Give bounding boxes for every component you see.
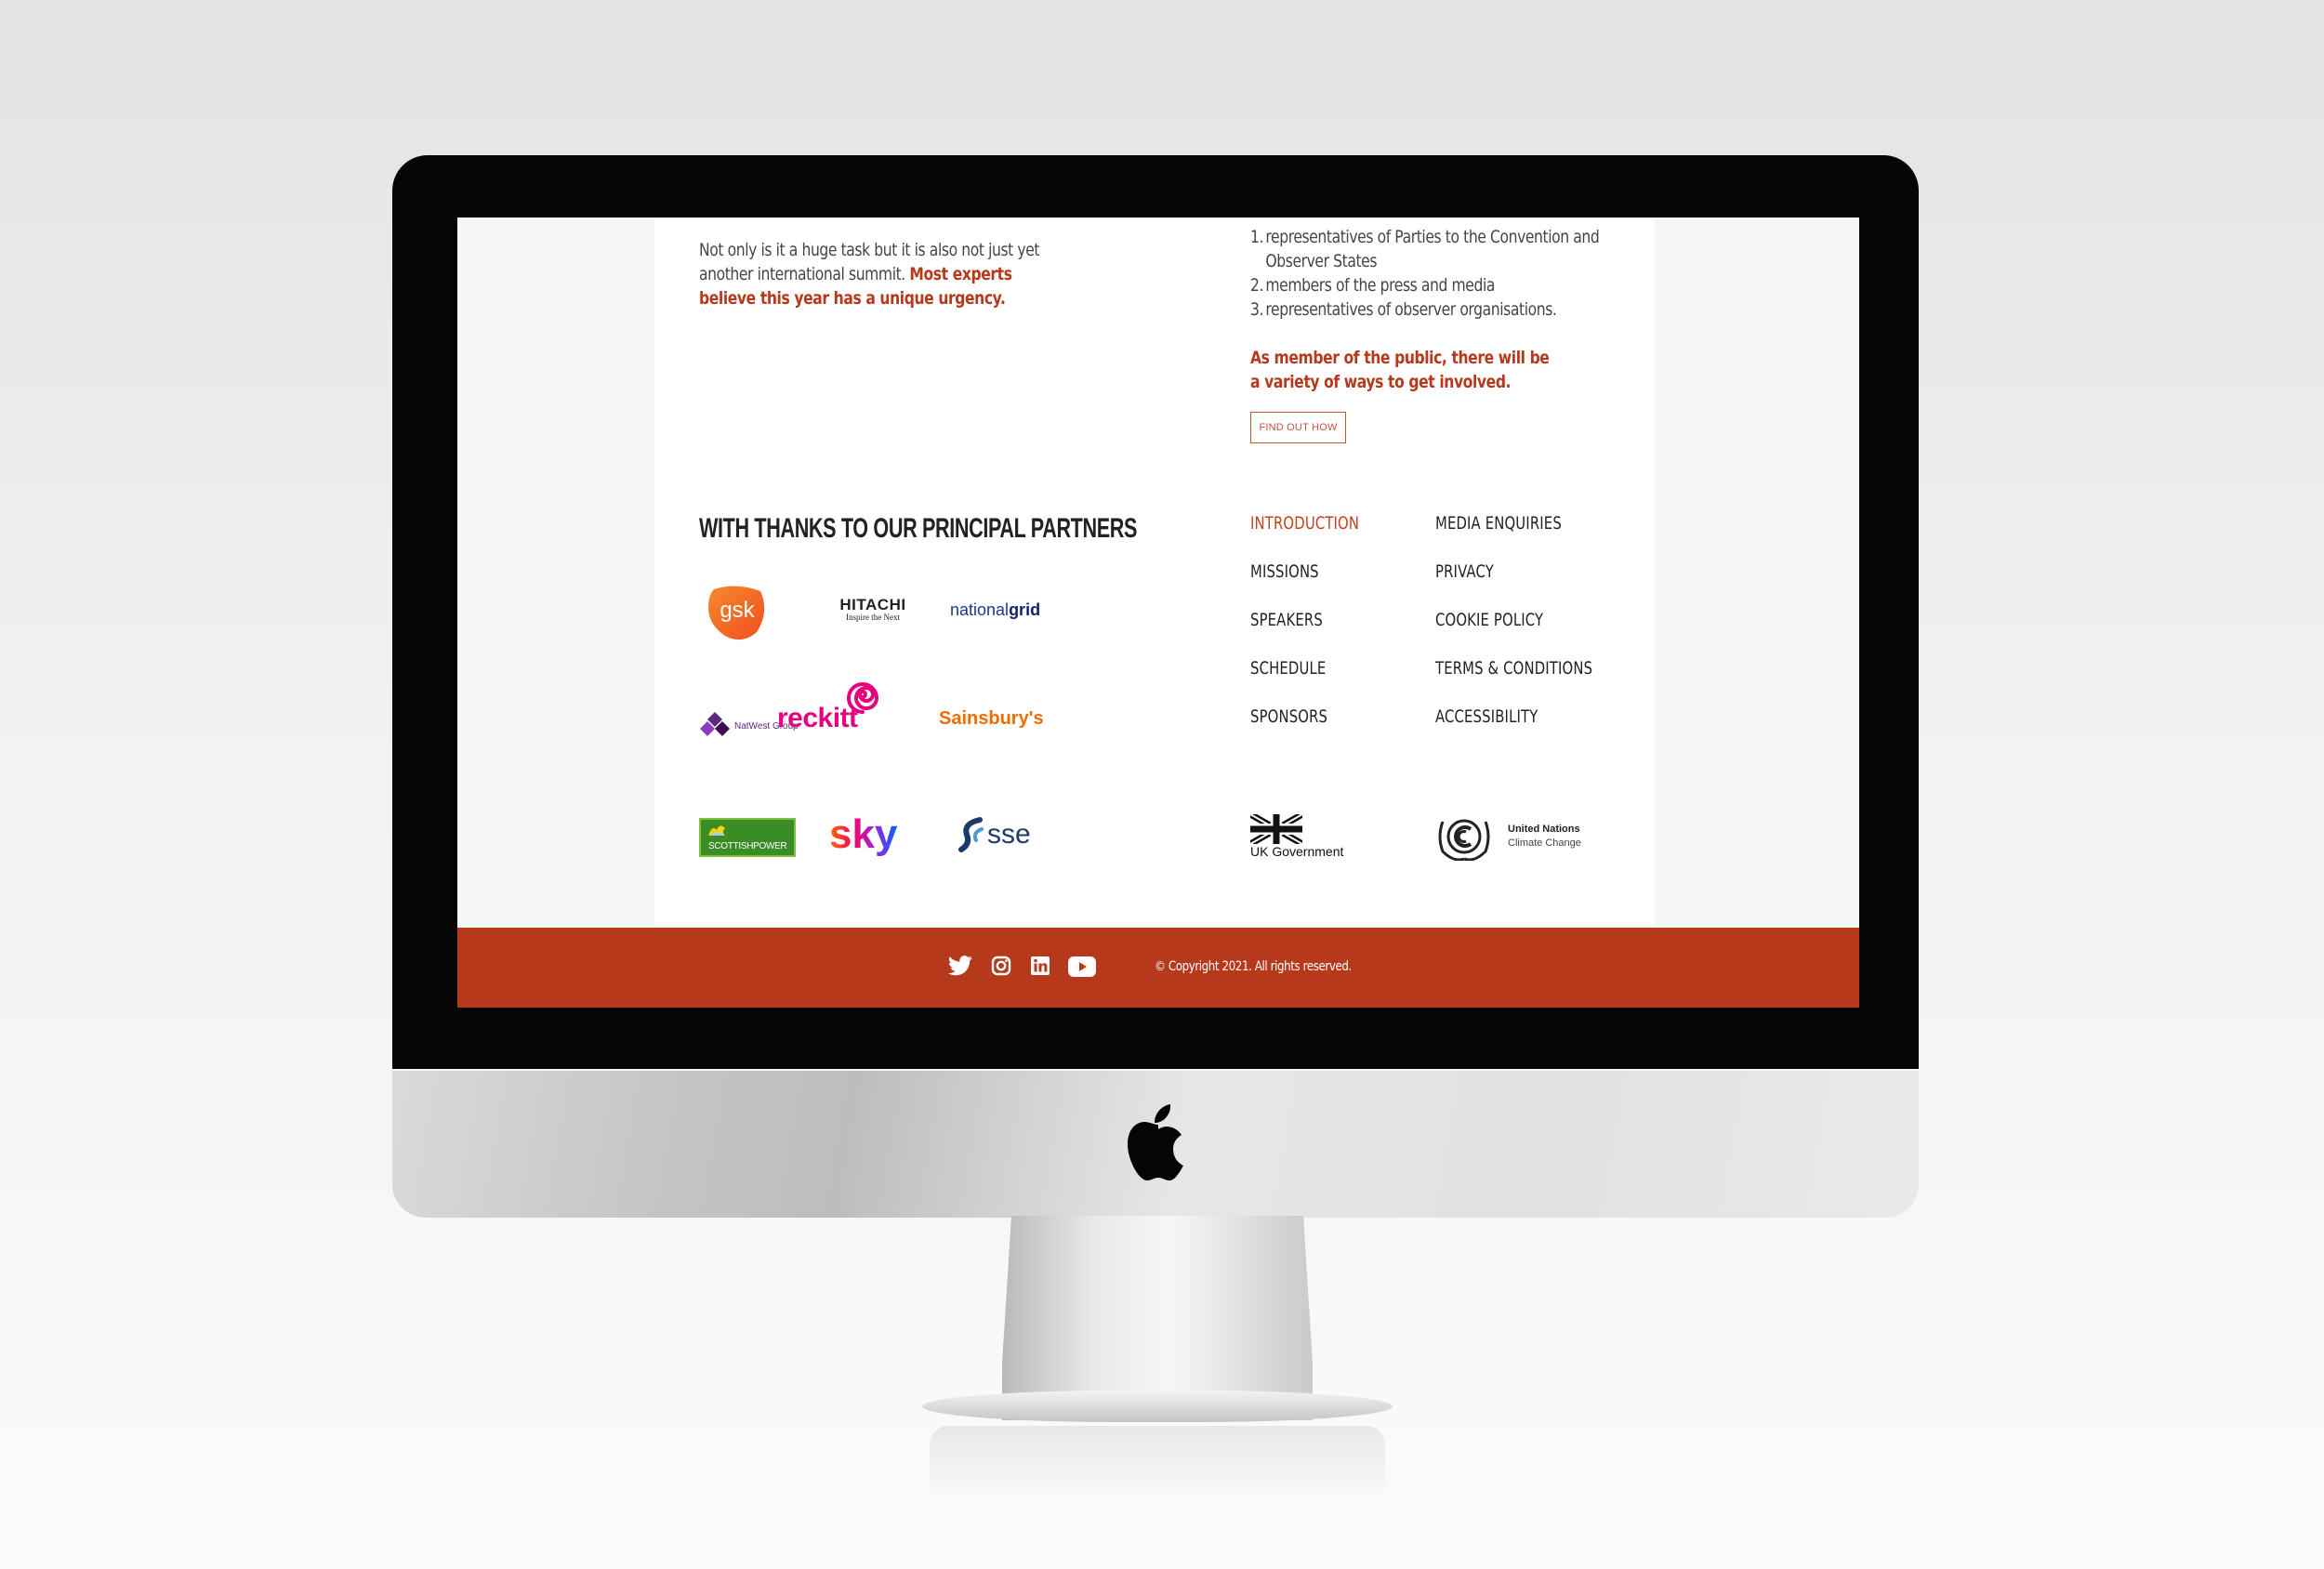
imac-foot	[922, 1391, 1393, 1422]
natwest-symbol-icon	[700, 712, 730, 736]
reckitt-logo[interactable]: reckitt	[777, 679, 879, 734]
scottishpower-logo[interactable]: SCOTTISHPOWER	[699, 818, 796, 857]
partners-title: WITH THANKS TO OUR PRINCIPAL PARTNERS	[699, 513, 1138, 544]
youtube-icon[interactable]	[1067, 956, 1097, 978]
un-emblem-icon	[1438, 819, 1490, 861]
find-out-how-button[interactable]: FIND OUT HOW	[1250, 412, 1346, 443]
instagram-icon[interactable]	[991, 956, 1011, 976]
list-item: 2. members of the press and media	[1250, 275, 1496, 296]
apple-logo-icon	[1128, 1104, 1183, 1180]
nationalgrid-logo[interactable]: nationalgrid	[950, 600, 1040, 620]
copyright-text: © Copyright 2021. All rights reserved.	[1155, 959, 1352, 974]
hitachi-logo[interactable]: HITACHI Inspire the Next	[831, 597, 915, 622]
union-flag-icon	[1248, 811, 1304, 848]
imac-foot-reflection	[930, 1426, 1385, 1500]
footer-link-media-enquiries[interactable]: MEDIA ENQUIRIES	[1435, 513, 1562, 534]
uk-government-logo[interactable]: UK Government	[1248, 811, 1362, 863]
sky-logo[interactable]: sky	[827, 811, 905, 861]
site-footer-bar: © Copyright 2021. All rights reserved.	[457, 928, 1859, 1008]
footer-link-missions[interactable]: MISSIONS	[1250, 561, 1319, 582]
scottishpower-flame-icon	[708, 825, 725, 836]
svg-text:sky: sky	[829, 811, 898, 857]
sse-logo[interactable]: sse	[957, 816, 1031, 853]
footer-link-speakers[interactable]: SPEAKERS	[1250, 610, 1323, 630]
list-item: 3. representatives of observer organisati…	[1250, 299, 1557, 320]
linkedin-icon[interactable]	[1030, 956, 1050, 976]
footer-link-schedule[interactable]: SCHEDULE	[1250, 658, 1326, 679]
website-screen: Not only is it a huge task but it is als…	[457, 218, 1859, 1008]
footer-link-privacy[interactable]: PRIVACY	[1435, 561, 1494, 582]
imac-stand	[1002, 1216, 1313, 1420]
footer-link-terms-conditions[interactable]: TERMS & CONDITIONS	[1435, 658, 1592, 679]
list-item: 1. representatives of Parties to the Conv…	[1250, 227, 1600, 271]
sse-swirl-icon	[958, 817, 984, 852]
footer-link-introduction[interactable]: INTRODUCTION	[1250, 513, 1359, 534]
page-content: Not only is it a huge task but it is als…	[654, 218, 1655, 926]
footer-link-cookie-policy[interactable]: COOKIE POLICY	[1435, 610, 1543, 630]
intro-paragraph: Not only is it a huge task but it is als…	[699, 238, 1042, 310]
public-note: As member of the public, there will be a…	[1250, 348, 1550, 392]
attendance-list: 1. representatives of Parties to the Conv…	[1250, 225, 1646, 322]
twitter-icon[interactable]	[948, 956, 972, 976]
gsk-logo[interactable]: gsk	[705, 584, 770, 643]
svg-text:gsk: gsk	[720, 598, 755, 623]
footer-link-accessibility[interactable]: ACCESSIBILITY	[1435, 706, 1538, 727]
sainsburys-logo[interactable]: Sainsbury's	[939, 708, 1044, 730]
un-climate-change-logo[interactable]: United Nations Climate Change	[1435, 812, 1581, 861]
footer-link-sponsors[interactable]: SPONSORS	[1250, 706, 1327, 727]
